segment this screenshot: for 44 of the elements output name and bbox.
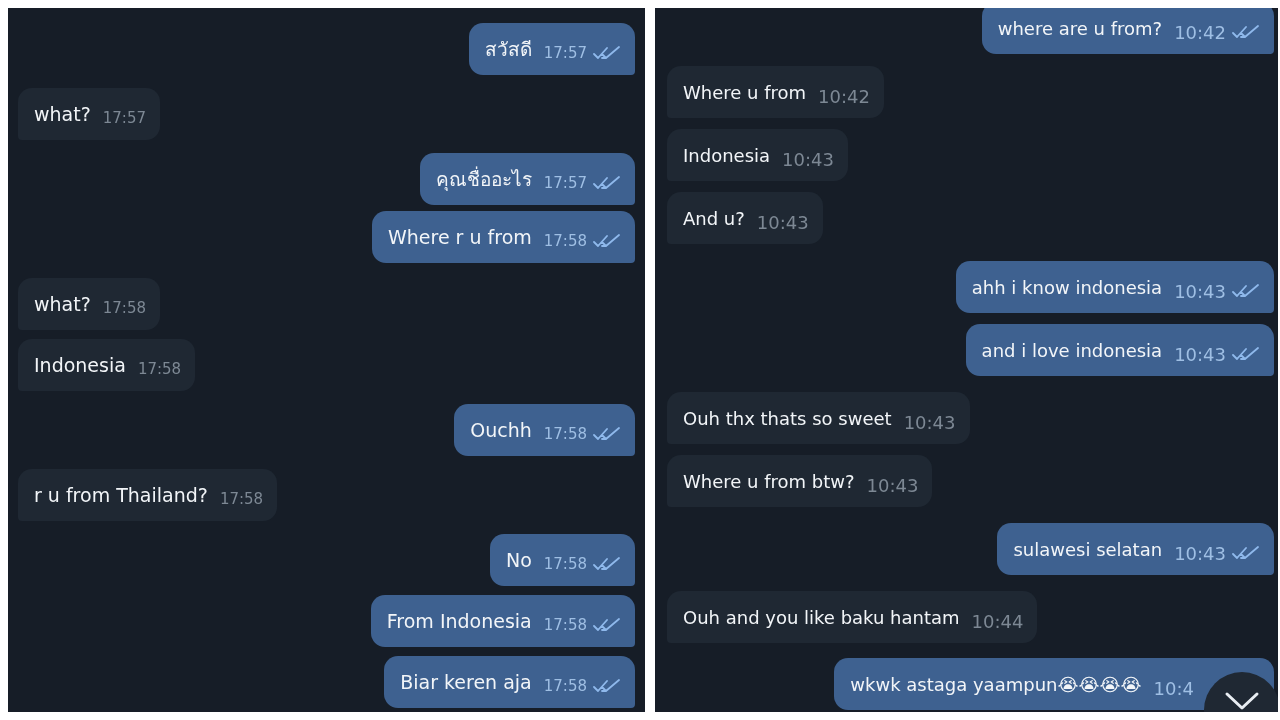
- message-time: 17:58: [102, 299, 146, 317]
- message-time: 10:44: [971, 610, 1024, 632]
- message-text: Where u from: [683, 81, 807, 103]
- message-text: From Indonesia: [386, 610, 532, 632]
- message-time: 17:58: [543, 616, 587, 634]
- message-text: ahh i know indonesia: [971, 276, 1163, 298]
- message-time: 10:43: [866, 474, 919, 496]
- message-text: สวัสดี: [484, 37, 532, 62]
- message-time: 17:58: [219, 490, 264, 508]
- message-time: 10:43: [1174, 343, 1226, 365]
- message-text: Indonesia: [683, 144, 771, 166]
- message-time: 10:43: [903, 411, 956, 433]
- message-text: Biar keren aja: [400, 671, 532, 693]
- message-time: 17:57: [543, 174, 587, 192]
- message-time: 10:43: [1174, 542, 1226, 564]
- message-time: 17:57: [102, 109, 146, 127]
- message-text: คุณชื่ออะไร: [435, 165, 532, 193]
- message-text: r u from Thailand?: [34, 484, 208, 506]
- message-time: 10:43: [1174, 280, 1226, 302]
- message-time: 10:42: [1174, 21, 1226, 43]
- message-text: Ouh thx thats so sweet: [683, 407, 892, 429]
- message-text: and i love indonesia: [981, 339, 1163, 361]
- message-text: what?: [34, 293, 91, 315]
- message-time: 17:58: [543, 425, 587, 443]
- message-time: 17:58: [543, 555, 587, 573]
- message-time: 17:58: [137, 360, 182, 378]
- message-time: 10:4: [1153, 677, 1194, 699]
- message-text: wkwk astaga yaampun😭😭😭😭: [850, 673, 1142, 695]
- message-time: 10:42: [818, 85, 870, 107]
- message-text: sulawesi selatan: [1013, 538, 1163, 560]
- message-time: 17:58: [543, 232, 587, 250]
- message-text: Indonesia: [34, 354, 126, 376]
- message-text: where are u from?: [997, 17, 1163, 39]
- message-text: Ouchh: [470, 419, 532, 441]
- message-text: And u?: [683, 207, 745, 229]
- message-time: 17:57: [543, 44, 587, 62]
- message-time: 17:58: [543, 677, 587, 695]
- message-text: what?: [34, 103, 91, 125]
- message-text: No: [505, 549, 532, 571]
- message-text: Where u from btw?: [683, 470, 855, 492]
- message-text: Ouh and you like baku hantam: [683, 606, 960, 628]
- message-time: 10:43: [782, 148, 834, 170]
- message-text: Where r u from: [387, 226, 532, 248]
- message-time: 10:43: [756, 211, 809, 233]
